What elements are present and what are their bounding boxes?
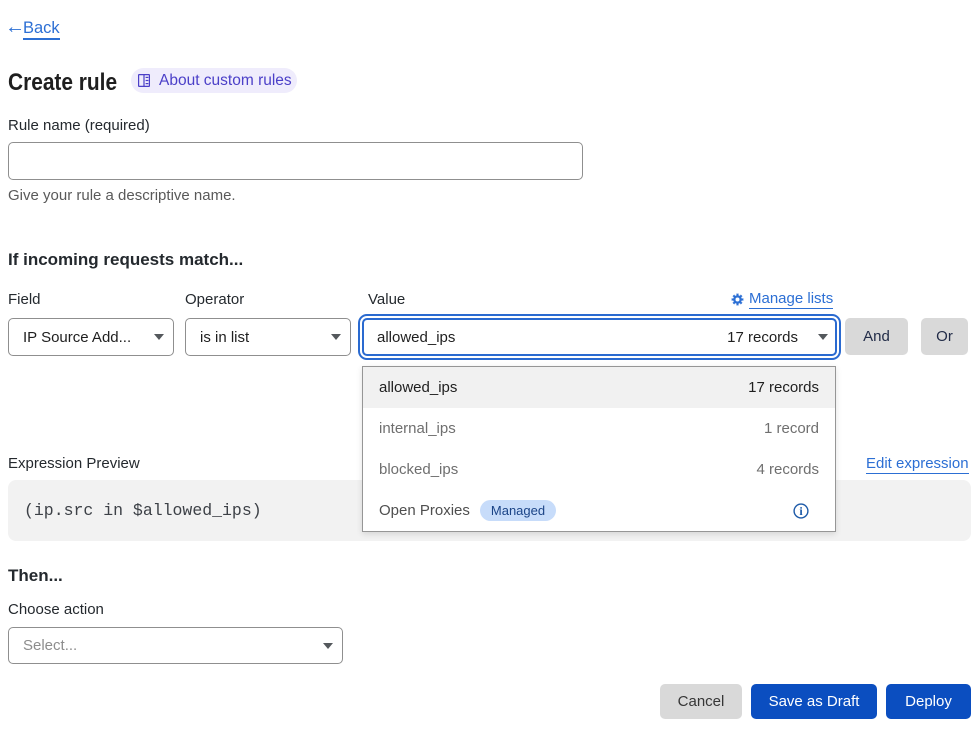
svg-text:i: i [799,504,803,518]
